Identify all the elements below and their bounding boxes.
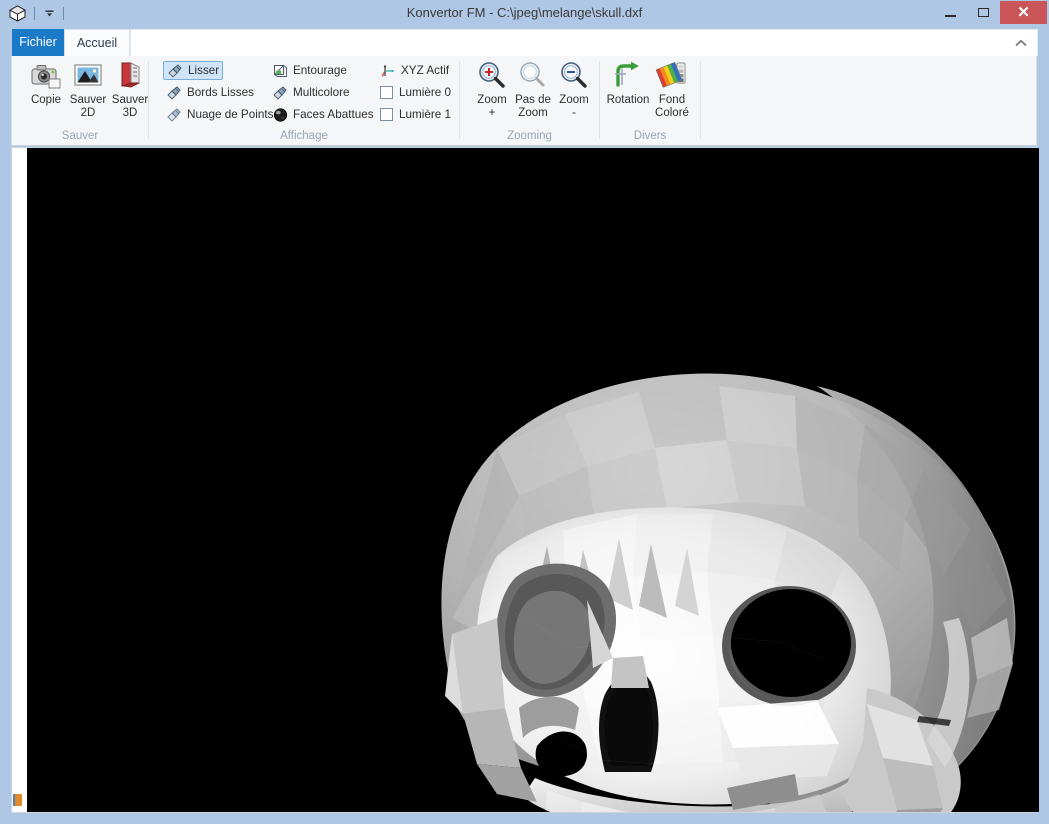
chevron-up-icon[interactable]: [1012, 34, 1030, 52]
ribbon-group-sauver: Copie Sauver 2D Sauver 3D Sauver: [12, 56, 149, 144]
minimize-button[interactable]: [934, 1, 967, 24]
lumiere-0-label: Lumière 0: [399, 86, 451, 99]
multicolore-label: Multicolore: [293, 86, 350, 99]
bords-lisses-toggle[interactable]: Bords Lisses: [163, 83, 257, 102]
model-viewport[interactable]: [27, 148, 1039, 812]
application-window: Konvertor FM - C:\jpeg\melange\skull.dxf…: [0, 0, 1049, 824]
frame-icon: [272, 63, 289, 79]
faces-abattues-label: Faces Abattues: [293, 108, 374, 121]
skull-3d-model: [27, 148, 1039, 812]
lisser-toggle[interactable]: Lisser: [163, 61, 224, 80]
chevron-down-icon[interactable]: [41, 3, 57, 23]
close-icon: ✕: [1017, 4, 1030, 21]
lisser-label: Lisser: [188, 64, 220, 77]
cube-icon[interactable]: [6, 2, 28, 24]
quick-access-toolbar: [0, 0, 70, 26]
lumiere-0-checkbox[interactable]: [380, 86, 393, 99]
maximize-icon: [978, 8, 989, 17]
xyz-actif-label: XYZ Actif: [401, 64, 450, 77]
palette-icon: [655, 58, 689, 92]
group-label-zooming: Zooming: [507, 130, 552, 142]
copie-label: Copie: [30, 94, 62, 106]
lumiere-1-checkbox[interactable]: [380, 108, 393, 121]
sauver-2d-label-line1: Sauver: [69, 94, 107, 106]
viewport-vertical-scrollbar[interactable]: [12, 148, 27, 812]
fond-colore-label-line1: Fond: [658, 94, 686, 106]
viewport-container: [11, 147, 1039, 813]
camera-icon: [29, 58, 63, 92]
xyz-actif-toggle[interactable]: XYZ Actif: [377, 61, 452, 80]
scrollbar-thumb[interactable]: [13, 794, 22, 806]
zoom-out-button[interactable]: Zoom -: [546, 58, 602, 120]
zoom-in-label-line2: +: [488, 107, 496, 119]
bords-lisses-label: Bords Lisses: [187, 86, 254, 99]
zoom-in-label: Zoom +: [477, 94, 506, 120]
multicolore-toggle[interactable]: Multicolore: [269, 83, 353, 102]
ribbon-group-divers: Rotation Fond Coloré Divers: [600, 56, 701, 144]
fond-colore-label-line2: Coloré: [655, 107, 689, 119]
entourage-label: Entourage: [293, 64, 347, 77]
zoom-out-label-line1: Zoom: [559, 94, 589, 106]
zoom-none-icon: [516, 58, 550, 92]
ribbon-group-zooming: Zoom + Pas de Zoom Zoom - Zooming: [460, 56, 602, 144]
group-label-divers: Divers: [633, 130, 667, 142]
sphere-icon: [272, 107, 289, 123]
qat-separator-1: [34, 6, 35, 20]
sauver-2d-label-line2: 2D: [80, 107, 96, 119]
sauver-3d-label-line1: Sauver: [111, 94, 149, 106]
entourage-toggle[interactable]: Entourage: [269, 61, 350, 80]
brush-icon: [166, 107, 183, 123]
lumiere-0-checkbox-row[interactable]: Lumière 0: [377, 83, 454, 102]
window-controls: ✕: [934, 0, 1049, 26]
zoom-out-icon: [557, 58, 591, 92]
brush-icon: [166, 85, 183, 101]
lumiere-1-label: Lumière 1: [399, 108, 451, 121]
rotation-label: Rotation: [606, 94, 650, 106]
book-3d-icon: [113, 58, 147, 92]
sauver-2d-label: Sauver 2D: [70, 94, 106, 120]
rotation-icon: [611, 58, 645, 92]
window-frame: Konvertor FM - C:\jpeg\melange\skull.dxf…: [0, 0, 1049, 824]
ribbon-group-affichage: Lisser Bords Lisses Nuage de Points Ento…: [149, 56, 460, 144]
close-button[interactable]: ✕: [1000, 1, 1047, 24]
tabstrip-filler: [130, 29, 1038, 56]
ribbon: Copie Sauver 2D Sauver 3D Sauver Lisser …: [11, 56, 1037, 146]
axes-icon: [380, 63, 397, 79]
brush-icon: [272, 85, 289, 101]
group-label-affichage: Affichage: [280, 130, 328, 142]
minimize-icon: [945, 14, 956, 17]
sauver-3d-label-line2: 3D: [122, 107, 138, 119]
nuage-de-points-label: Nuage de Points: [187, 108, 274, 121]
ribbon-tabstrip: Fichier Accueil: [1, 26, 1048, 56]
group-label-sauver: Sauver: [61, 130, 99, 142]
window-title: Konvertor FM - C:\jpeg\melange\skull.dxf: [406, 5, 643, 20]
zoom-in-icon: [475, 58, 509, 92]
brush-icon: [167, 63, 184, 79]
title-bar: Konvertor FM - C:\jpeg\melange\skull.dxf…: [0, 0, 1049, 26]
fond-colore-button[interactable]: Fond Coloré: [644, 58, 700, 120]
faces-abattues-toggle[interactable]: Faces Abattues: [269, 105, 377, 124]
lumiere-1-checkbox-row[interactable]: Lumière 1: [377, 105, 454, 124]
tab-fichier[interactable]: Fichier: [12, 29, 64, 56]
maximize-button[interactable]: [967, 1, 1000, 24]
zoom-none-label-line2: Zoom: [518, 107, 548, 119]
picture-icon: [71, 58, 105, 92]
qat-separator-2: [63, 6, 64, 20]
tab-accueil[interactable]: Accueil: [64, 29, 130, 56]
nuage-de-points-toggle[interactable]: Nuage de Points: [163, 105, 276, 124]
status-strip: [11, 813, 1038, 816]
fond-colore-label: Fond Coloré: [655, 94, 689, 120]
zoom-out-label-line2: -: [572, 107, 576, 119]
sauver-3d-label: Sauver 3D: [112, 94, 148, 120]
group-separator-4: [700, 61, 701, 139]
zoom-out-label: Zoom -: [559, 94, 588, 120]
zoom-in-label-line1: Zoom: [477, 94, 507, 106]
